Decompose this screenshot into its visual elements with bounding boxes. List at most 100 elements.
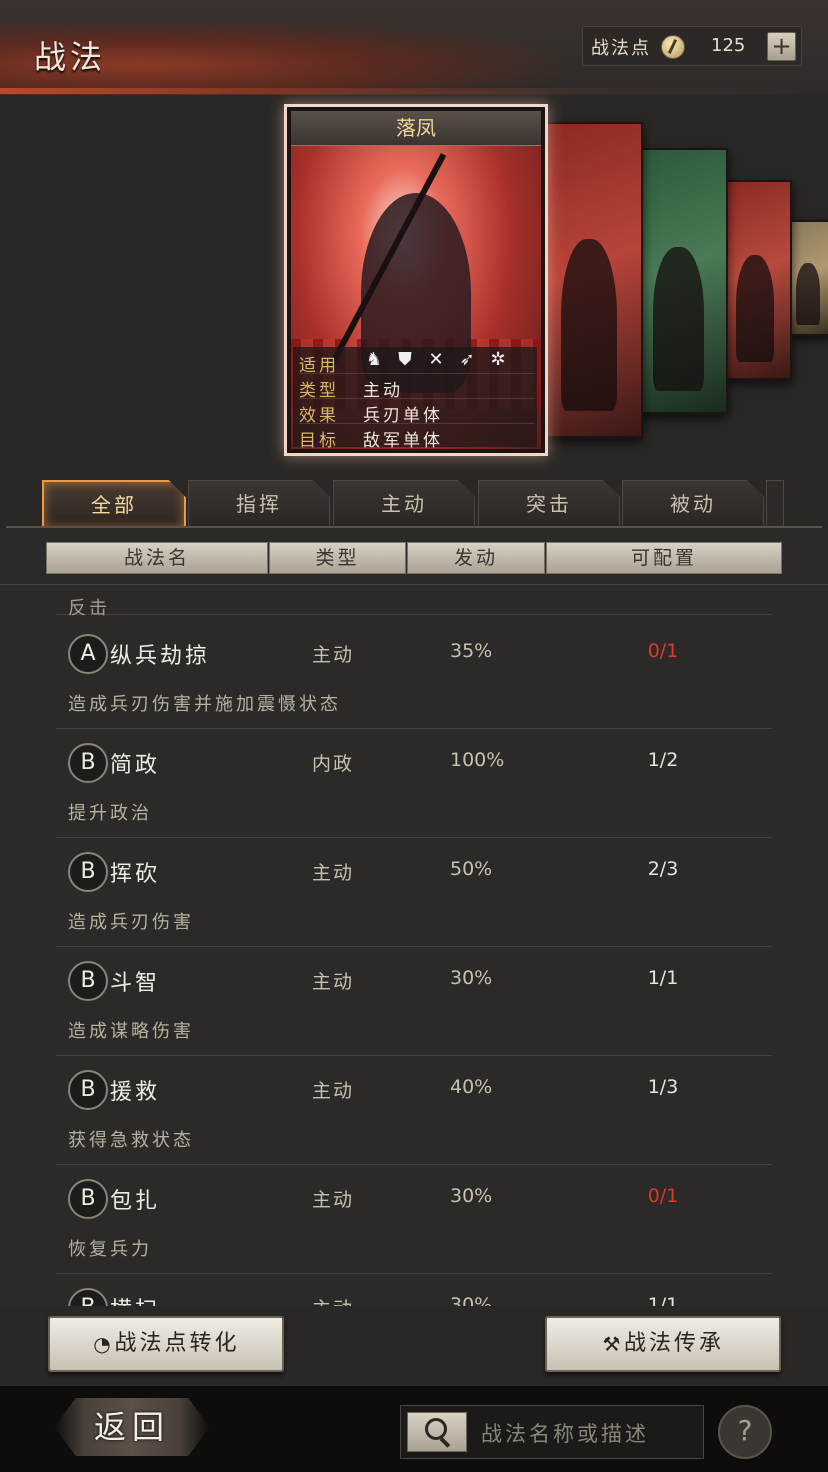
- back-button[interactable]: 返回: [54, 1398, 210, 1456]
- table-row[interactable]: B 援救 主动 40% 1/3 获得急救状态: [56, 1056, 772, 1165]
- table-row[interactable]: B 包扎 主动 30% 0/1 恢复兵力: [56, 1165, 772, 1274]
- card-type-label: 类型: [299, 381, 339, 401]
- grade-badge: B: [68, 852, 108, 892]
- card-effect-value: 兵刃单体: [363, 406, 443, 426]
- add-points-button[interactable]: +: [767, 32, 796, 61]
- cavalry-icon: ♞: [365, 349, 383, 370]
- search-bar[interactable]: 战法名称或描述: [400, 1405, 704, 1459]
- skill-name: 斗智: [110, 971, 161, 996]
- skill-card-info: 适用 ♞ ⛊ ✕ ➶ ✲ 类型 主动 效果 兵刃单体 目标 敌军单体: [293, 347, 537, 451]
- grade-badge: B: [68, 743, 108, 783]
- skill-config: 1/1: [647, 967, 679, 989]
- archer-icon: ✕: [428, 349, 444, 370]
- table-row[interactable]: B 挥砍 主动 50% 2/3 造成兵刃伤害: [56, 838, 772, 947]
- skill-name: 横扫: [110, 1292, 160, 1306]
- tab-active[interactable]: 主动: [333, 480, 475, 528]
- convert-points-label: 战法点转化: [114, 1331, 240, 1356]
- search-icon: [425, 1418, 447, 1440]
- page-title: 战法: [34, 38, 107, 76]
- skill-rate: 100%: [450, 749, 505, 771]
- tab-command[interactable]: 指挥: [188, 480, 330, 528]
- skill-rate: 40%: [450, 1076, 493, 1098]
- tab-more[interactable]: [766, 480, 784, 528]
- skill-desc: 提升政治: [68, 803, 152, 824]
- column-header-name[interactable]: 战法名: [46, 542, 268, 574]
- skill-name: 纵兵劫掠: [110, 644, 211, 669]
- carousel-card-2[interactable]: [638, 148, 728, 414]
- inherit-skill-button[interactable]: ⚒战法传承: [545, 1316, 781, 1372]
- skill-points-display: 战法点 125 +: [582, 26, 802, 66]
- skill-desc: 恢复兵力: [68, 1239, 152, 1260]
- card-row-type: 类型 主动: [299, 374, 535, 401]
- grade-badge: B: [68, 961, 108, 1001]
- tab-assault[interactable]: 突击: [478, 480, 620, 528]
- skill-points-label: 战法点: [591, 38, 651, 59]
- grade-badge: B: [68, 1288, 108, 1306]
- skill-rate: 35%: [450, 640, 493, 662]
- table-row[interactable]: B 简政 内政 100% 1/2 提升政治: [56, 729, 772, 838]
- skill-type: 主动: [312, 971, 355, 993]
- search-input[interactable]: 战法名称或描述: [481, 1418, 649, 1448]
- skill-name: 包扎: [110, 1189, 161, 1214]
- skill-desc: 造成兵刃伤害: [68, 912, 194, 933]
- skill-point-coin-icon: [661, 35, 685, 59]
- card-target-label: 目标: [299, 431, 339, 451]
- skill-type: 主动: [312, 862, 355, 884]
- tab-passive[interactable]: 被动: [622, 480, 764, 528]
- list-header-divider: [0, 584, 828, 585]
- skill-config: 0/1: [647, 640, 679, 662]
- card-row-effect: 效果 兵刃单体: [299, 399, 535, 426]
- skill-desc: 获得急救状态: [68, 1130, 194, 1151]
- card-effect-label: 效果: [299, 406, 339, 426]
- search-button[interactable]: [407, 1412, 467, 1452]
- skill-desc: 造成谋略伤害: [68, 1021, 194, 1042]
- carousel-card-4[interactable]: [788, 220, 828, 336]
- column-header-type[interactable]: 类型: [269, 542, 406, 574]
- grade-badge: A: [68, 634, 108, 674]
- skill-points-value: 125: [711, 35, 746, 56]
- carousel-card-3[interactable]: [724, 180, 792, 380]
- inherit-skill-label: 战法传承: [623, 1331, 724, 1356]
- card-row-target: 目标 敌军单体: [299, 424, 535, 451]
- skill-config: 1/1: [647, 1294, 679, 1306]
- skill-card-title: 落凤: [291, 111, 541, 146]
- skill-desc: 造成兵刃伤害并施加震慑状态: [68, 694, 341, 715]
- card-applicable-label: 适用: [299, 356, 339, 376]
- card-type-value: 主动: [363, 381, 403, 401]
- skill-name: 简政: [110, 753, 161, 778]
- skill-config: 1/2: [647, 749, 679, 771]
- skill-desc: 反击: [68, 598, 110, 619]
- skill-config: 0/1: [647, 1185, 679, 1207]
- skill-config: 1/3: [647, 1076, 679, 1098]
- skill-rate: 30%: [450, 967, 493, 989]
- skill-type: 主动: [312, 1189, 355, 1211]
- top-header: 战法 战法点 125 +: [0, 0, 828, 95]
- skill-rate: 30%: [450, 1185, 493, 1207]
- table-row[interactable]: B 横扫 主动 30% 1/1: [56, 1274, 772, 1306]
- grade-badge: B: [68, 1070, 108, 1110]
- table-row[interactable]: B 斗智 主动 30% 1/1 造成谋略伤害: [56, 947, 772, 1056]
- skill-type: 主动: [312, 644, 355, 666]
- column-header-rate[interactable]: 发动: [407, 542, 545, 574]
- skill-name: 援救: [110, 1080, 161, 1105]
- skill-type: 内政: [312, 753, 355, 775]
- skill-rate: 50%: [450, 858, 493, 880]
- table-row[interactable]: 反击: [56, 586, 772, 619]
- skill-config: 2/3: [647, 858, 679, 880]
- convert-points-button[interactable]: ◔战法点转化: [48, 1316, 284, 1372]
- spear-icon: ➶: [459, 349, 475, 370]
- carousel-card-1[interactable]: [545, 122, 643, 438]
- selected-skill-card[interactable]: 落凤 适用 ♞ ⛊ ✕ ➶ ✲ 类型 主动 效果 兵刃单体 目标 敌军单体: [284, 104, 548, 456]
- hammer-icon: ⚒: [602, 1332, 624, 1356]
- shield-icon: ⛊: [398, 349, 412, 370]
- tab-all[interactable]: 全部: [42, 480, 186, 530]
- skill-rate: 30%: [450, 1294, 493, 1306]
- skill-list[interactable]: 反击 A 纵兵劫掠 主动 35% 0/1 造成兵刃伤害并施加震慑状态 B 简政 …: [0, 586, 828, 1306]
- help-button[interactable]: ?: [718, 1405, 772, 1459]
- skill-name: 挥砍: [110, 862, 161, 887]
- skill-type: 主动: [312, 1080, 355, 1102]
- column-header-config[interactable]: 可配置: [546, 542, 782, 574]
- siege-icon: ✲: [490, 349, 506, 370]
- table-row[interactable]: A 纵兵劫掠 主动 35% 0/1 造成兵刃伤害并施加震慑状态: [56, 620, 772, 729]
- skill-type: 主动: [312, 1294, 354, 1306]
